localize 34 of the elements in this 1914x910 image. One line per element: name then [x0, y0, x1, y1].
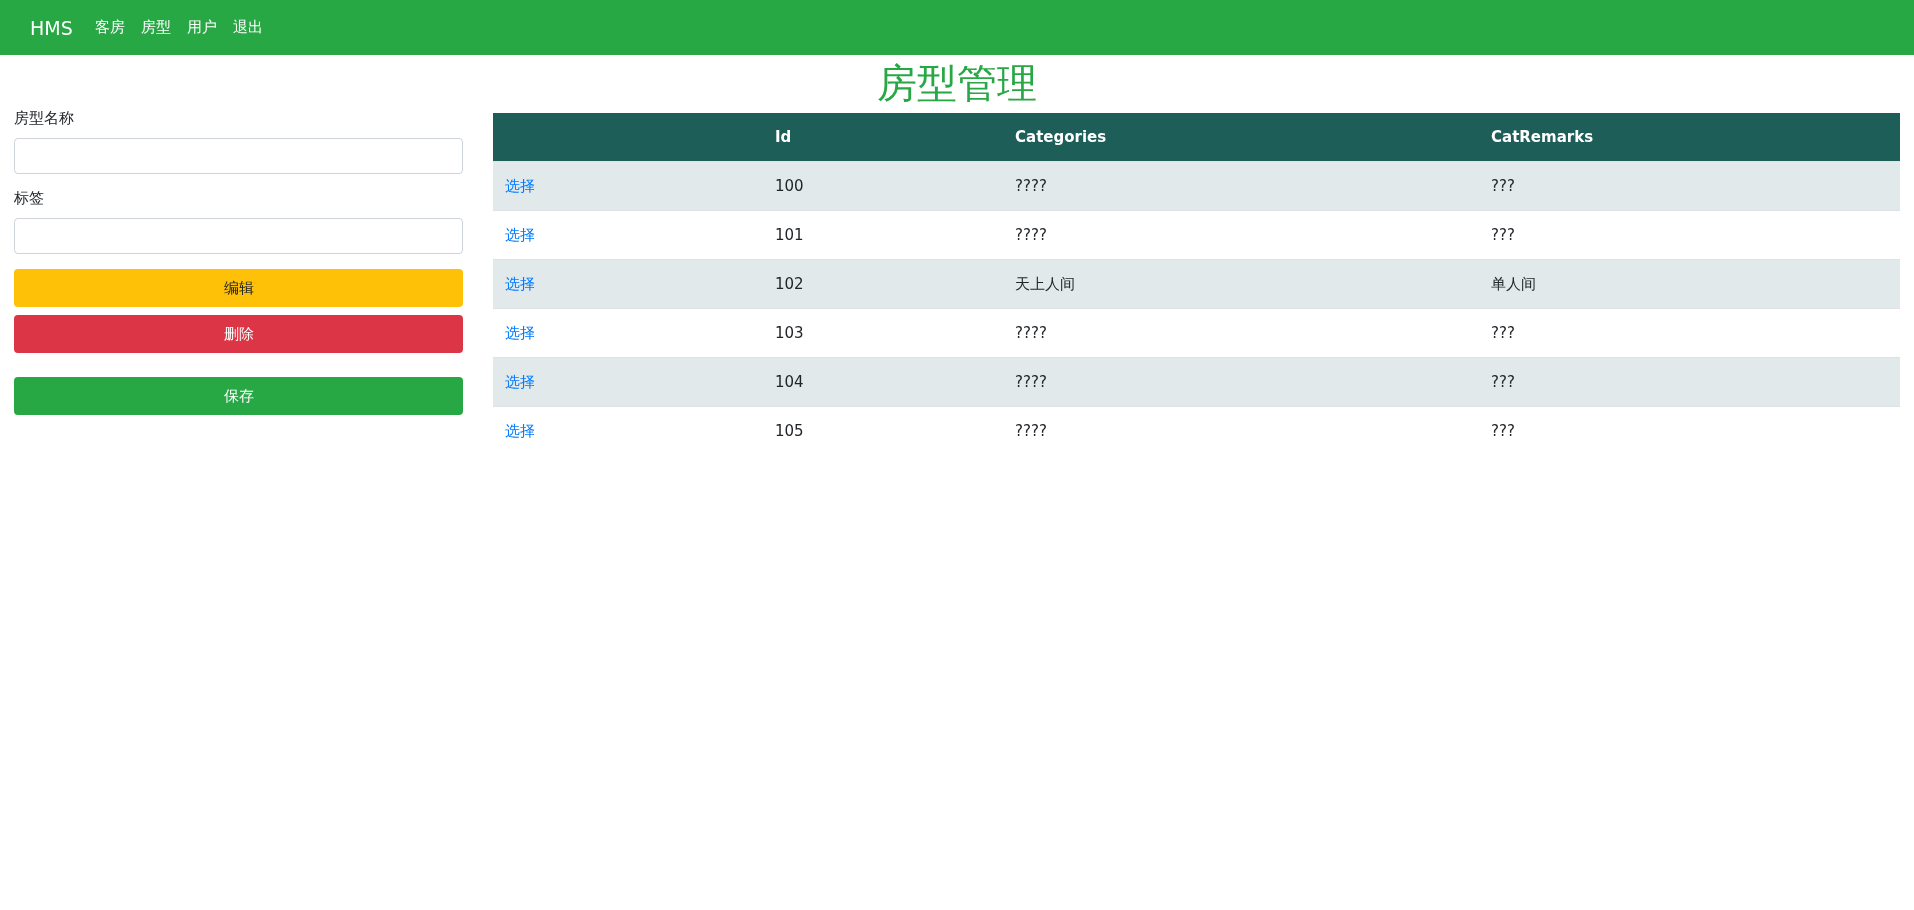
edit-button[interactable]: 编辑 [14, 269, 463, 307]
input-field[interactable] [14, 218, 463, 254]
table-cell: 单人间 [1479, 259, 1900, 309]
field-label: 房型名称 [14, 109, 75, 128]
table-cell: ??? [1479, 357, 1900, 407]
table-cell: ???? [1003, 161, 1479, 211]
column-header: Categories [1003, 113, 1479, 162]
save-button[interactable]: 保存 [14, 377, 463, 415]
nav-link[interactable]: 房型 [140, 18, 171, 37]
input-field[interactable] [14, 138, 463, 174]
table-cell: 100 [763, 161, 1003, 211]
select-link[interactable]: 选择 [505, 176, 535, 195]
select-link[interactable]: 选择 [505, 323, 535, 342]
table-cell: 102 [763, 259, 1003, 309]
table-cell: 104 [763, 357, 1003, 407]
select-link[interactable]: 选择 [505, 421, 535, 440]
table-cell: ??? [1479, 161, 1900, 211]
field-label: 标签 [14, 189, 45, 208]
column-header: CatRemarks [1479, 113, 1900, 162]
column-header: Id [763, 113, 1003, 162]
select-link[interactable]: 选择 [505, 372, 535, 391]
table-cell: ???? [1003, 406, 1479, 455]
select-link[interactable]: 选择 [505, 274, 535, 293]
nav-link[interactable]: 退出 [232, 18, 263, 37]
nav-link[interactable]: 用户 [186, 18, 217, 37]
table-cell: ???? [1003, 357, 1479, 407]
table-cell: 105 [763, 406, 1003, 455]
page-title: 房型管理 [876, 59, 1038, 108]
table-cell: ??? [1479, 406, 1900, 455]
nav-link[interactable]: 客房 [94, 18, 125, 37]
brand[interactable]: HMS [30, 16, 73, 39]
table-cell: 天上人间 [1003, 259, 1479, 309]
delete-button[interactable]: 删除 [14, 315, 463, 353]
select-link[interactable]: 选择 [505, 225, 535, 244]
